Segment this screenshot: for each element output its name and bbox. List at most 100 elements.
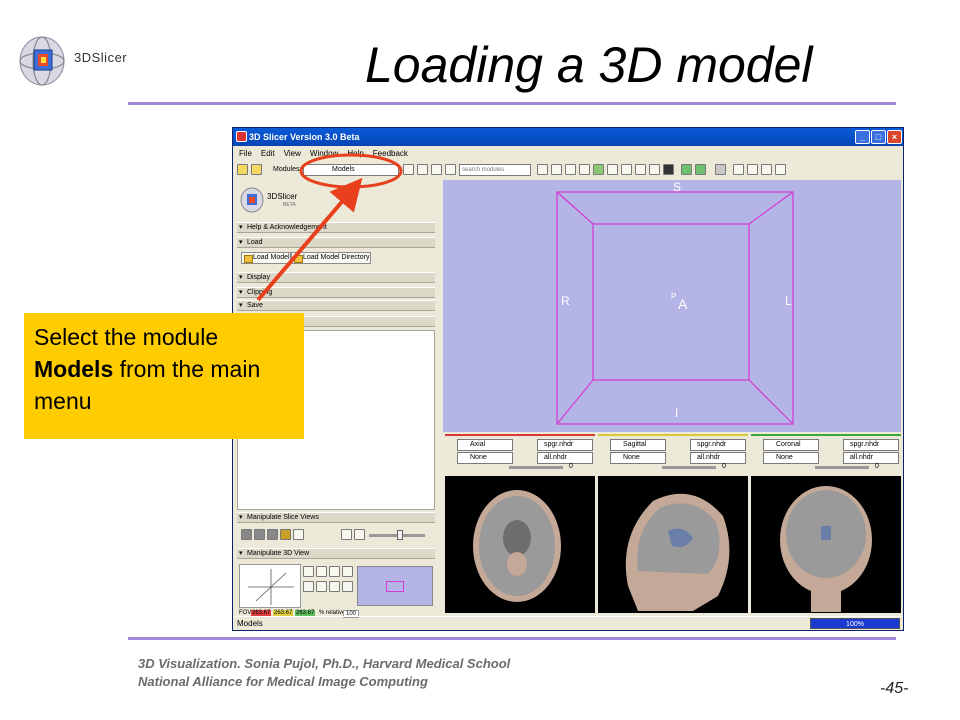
slicer-logo: 3DSlicer (14, 30, 144, 92)
models-icon[interactable] (593, 164, 604, 175)
status-bar: Models (233, 616, 903, 630)
load-model-button[interactable]: Load Model (241, 252, 291, 264)
axial-foreground-select[interactable]: all.nhdr (537, 452, 593, 464)
callout-text-before: Select the module (34, 324, 219, 350)
section-help[interactable]: Help & Acknowledgement (237, 222, 435, 233)
maximize-button[interactable]: □ (871, 130, 886, 144)
sagittal-label-select[interactable]: None (610, 452, 666, 464)
axial-orientation-select[interactable]: Axial (457, 439, 513, 451)
search-icon[interactable] (537, 164, 548, 175)
transform-mode-icon[interactable] (775, 164, 786, 175)
axial-offset-value[interactable]: 0 (569, 463, 573, 470)
modules-dropdown[interactable]: Models (303, 164, 399, 176)
refresh-icon[interactable] (445, 164, 456, 175)
app-icon (236, 131, 247, 142)
modules-label: Modules: (273, 166, 302, 173)
orientation-axes-icon (248, 569, 294, 605)
mouse-mode-icon[interactable] (733, 164, 744, 175)
pick-mode-icon[interactable] (747, 164, 758, 175)
sagittal-background-select[interactable]: spgr.nhdr (690, 439, 746, 451)
slice-controllers: Axial spgr.nhdr None all.nhdr 0 Sagittal… (443, 434, 901, 472)
label-right: R (561, 294, 570, 308)
data-icon[interactable] (565, 164, 576, 175)
home-icon[interactable] (551, 164, 562, 175)
coronal-background-select[interactable]: spgr.nhdr (843, 439, 899, 451)
undo-icon[interactable] (681, 164, 692, 175)
layout-icon[interactable] (663, 164, 674, 175)
menu-bar: File Edit View Window Help Feedback (233, 147, 903, 160)
screenshot-icon[interactable] (342, 581, 353, 592)
view-orientation-widget[interactable] (239, 564, 301, 608)
minimize-button[interactable]: _ (855, 130, 870, 144)
axial-background-select[interactable]: spgr.nhdr (537, 439, 593, 451)
back-arrow-icon[interactable] (417, 164, 428, 175)
redo-icon[interactable] (695, 164, 706, 175)
slice-copy-icon[interactable] (341, 529, 352, 540)
look-from-icon[interactable] (316, 581, 327, 592)
menu-window[interactable]: Window (310, 149, 338, 158)
main-toolbar: Modules: Models search modules (233, 162, 903, 180)
window-titlebar[interactable]: 3D Slicer Version 3.0 Beta _ □ × (233, 128, 903, 146)
forward-arrow-icon[interactable] (431, 164, 442, 175)
navigation-thumbnail[interactable] (357, 566, 433, 606)
panel-logo-icon (240, 187, 264, 213)
slice-grid-icon[interactable] (267, 529, 278, 540)
menu-feedback[interactable]: Feedback (373, 149, 408, 158)
slice-controller-coronal: Coronal spgr.nhdr None all.nhdr 0 (751, 434, 901, 472)
coronal-offset-value[interactable]: 0 (875, 463, 879, 470)
stereo-icon[interactable] (329, 581, 340, 592)
coronal-foreground-select[interactable]: all.nhdr (843, 452, 899, 464)
sagittal-orientation-select[interactable]: Sagittal (610, 439, 666, 451)
menu-edit[interactable]: Edit (261, 149, 275, 158)
save-scene-icon[interactable] (251, 164, 262, 175)
fiducials-icon[interactable] (607, 164, 618, 175)
title-divider (128, 102, 896, 105)
sagittal-offset-slider[interactable] (662, 466, 716, 469)
menu-file[interactable]: File (239, 149, 252, 158)
menu-view[interactable]: View (284, 149, 301, 158)
load-scene-icon[interactable] (237, 164, 248, 175)
axial-offset-slider[interactable] (509, 466, 563, 469)
section-clipping[interactable]: Clipping (237, 287, 435, 298)
3d-view[interactable]: S I R L A P (443, 180, 901, 432)
module-search-input[interactable]: search modules (459, 164, 531, 176)
sagittal-offset-value[interactable]: 0 (722, 463, 726, 470)
volumes-icon[interactable] (579, 164, 590, 175)
slice-annotation-icon[interactable] (280, 529, 291, 540)
rotate-icon[interactable] (303, 566, 314, 577)
section-manipulate-slice[interactable]: Manipulate Slice Views (237, 512, 435, 523)
rock-icon[interactable] (342, 566, 353, 577)
axial-slice-view[interactable] (445, 476, 595, 613)
section-manipulate-3d[interactable]: Manipulate 3D View (237, 548, 435, 559)
menu-help[interactable]: Help (347, 149, 363, 158)
module-history-icon[interactable] (403, 164, 414, 175)
coronal-label-select[interactable]: None (763, 452, 819, 464)
spin-icon[interactable] (329, 566, 340, 577)
close-button[interactable]: × (887, 130, 902, 144)
callout-text-bold: Models (34, 356, 114, 382)
sagittal-foreground-select[interactable]: all.nhdr (690, 452, 746, 464)
load-model-directory-button[interactable]: Load Model Directory (291, 252, 371, 264)
slice-paste-icon[interactable] (354, 529, 365, 540)
transforms-icon[interactable] (621, 164, 632, 175)
coronal-orientation-select[interactable]: Coronal (763, 439, 819, 451)
sagittal-slice-view[interactable] (598, 476, 748, 613)
section-load[interactable]: Load (237, 237, 435, 248)
center-icon[interactable] (303, 581, 314, 592)
navigation-viewport-box[interactable] (386, 581, 404, 592)
slice-controller-sagittal: Sagittal spgr.nhdr None all.nhdr 0 (598, 434, 748, 472)
place-mode-icon[interactable] (761, 164, 772, 175)
zoom-icon[interactable] (316, 566, 327, 577)
coronal-offset-slider[interactable] (815, 466, 869, 469)
coronal-slice-view[interactable] (751, 476, 901, 613)
slice-crosshair-icon[interactable] (293, 529, 304, 540)
editor-icon[interactable] (649, 164, 660, 175)
section-display[interactable]: Display (237, 272, 435, 283)
axial-label-select[interactable]: None (457, 452, 513, 464)
slice-link-icon[interactable] (254, 529, 265, 540)
view-layout-icon[interactable] (715, 164, 726, 175)
color-icon[interactable] (635, 164, 646, 175)
slice-fit-icon[interactable] (241, 529, 252, 540)
slice-opacity-slider-handle[interactable] (397, 530, 403, 540)
section-save[interactable]: Save (237, 300, 435, 311)
